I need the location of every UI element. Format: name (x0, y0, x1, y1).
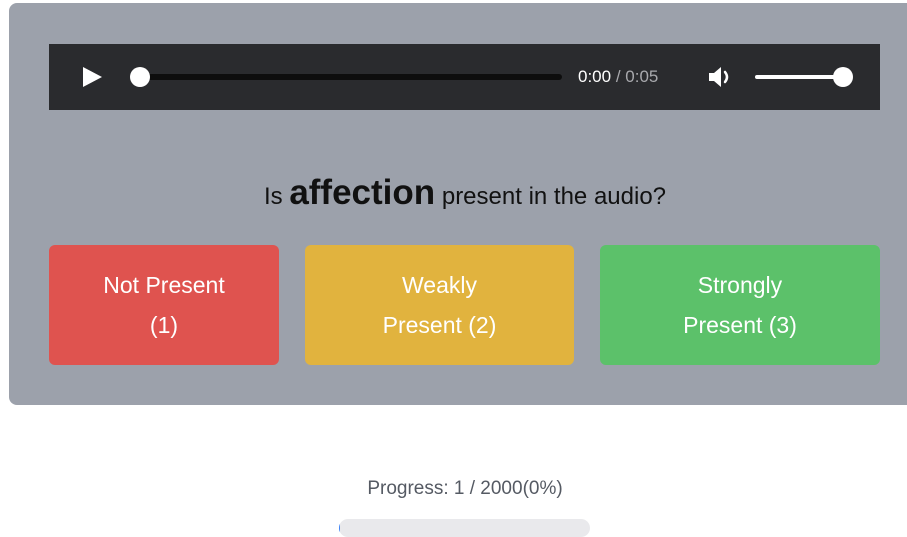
duration: 0:05 (625, 67, 659, 86)
time-display: 0:00 / 0:05 (578, 67, 658, 87)
mute-button[interactable] (708, 66, 734, 88)
strongly-present-line1: Strongly (697, 272, 783, 298)
weakly-present-button[interactable]: Weakly Present (2) (305, 245, 574, 365)
question-suffix: present in the audio? (441, 183, 667, 210)
progress-bar (339, 519, 590, 537)
not-present-line2: (1) (149, 312, 179, 338)
question-keyword: affection (289, 173, 436, 212)
strongly-present-line2: Present (3) (683, 312, 797, 338)
strongly-present-label: Strongly Present (3) (683, 265, 797, 345)
play-button[interactable] (81, 66, 103, 88)
volume-handle[interactable] (833, 67, 853, 87)
seek-bar[interactable] (140, 74, 562, 80)
volume-icon (709, 67, 729, 87)
not-present-line1: Not Present (103, 272, 225, 298)
strongly-present-button[interactable]: Strongly Present (3) (600, 245, 880, 365)
not-present-button[interactable]: Not Present (1) (49, 245, 279, 365)
time-separator: / (615, 67, 621, 86)
play-icon (83, 67, 102, 87)
current-time: 0:00 (578, 67, 612, 86)
volume-slider[interactable] (755, 75, 843, 79)
weakly-present-line2: Present (2) (382, 312, 497, 338)
question-text: Is affection present in the audio? (0, 173, 907, 217)
audio-player: 0:00 / 0:05 (49, 44, 880, 110)
question-prefix: Is (263, 183, 283, 210)
progress-label: Progress: 1 / 2000(0%) (367, 478, 563, 499)
weakly-present-line1: Weakly (401, 272, 477, 298)
seek-handle[interactable] (130, 67, 150, 87)
weakly-present-label: Weakly Present (2) (383, 265, 497, 345)
not-present-label: Not Present (1) (103, 265, 224, 345)
